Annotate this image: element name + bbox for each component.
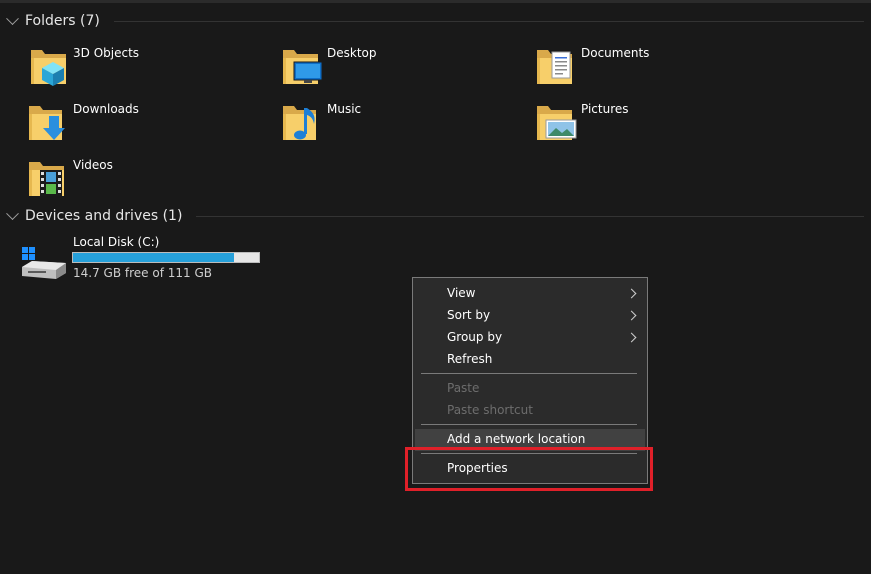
devices-group-header[interactable]: Devices and drives (1) — [6, 206, 864, 226]
drive-usage-bar — [72, 252, 260, 263]
group-divider — [113, 20, 864, 22]
menu-item-refresh[interactable]: Refresh — [415, 349, 645, 371]
folder-name: Downloads — [73, 102, 139, 116]
folder-downloads[interactable]: Downloads — [28, 102, 258, 150]
menu-item-label: Group by — [447, 330, 503, 344]
menu-item-sort-by[interactable]: Sort by — [415, 305, 645, 327]
properties-highlight-box — [405, 447, 653, 491]
drive-usage-fill — [73, 253, 235, 262]
folder-3d-objects[interactable]: 3D Objects — [28, 46, 258, 94]
videos-folder-icon — [29, 162, 64, 196]
menu-item-paste: Paste — [415, 378, 645, 400]
folders-group-title: Folders (7) — [25, 13, 100, 29]
devices-group-title: Devices and drives (1) — [25, 208, 183, 224]
chevron-down-icon[interactable] — [6, 11, 19, 25]
drive-name: Local Disk (C:) — [73, 235, 160, 249]
desktop-folder-icon — [283, 50, 323, 84]
chevron-down-icon[interactable] — [6, 206, 19, 220]
menu-item-label: Paste — [447, 381, 480, 395]
pictures-folder-icon — [537, 106, 577, 140]
downloads-folder-icon — [29, 106, 65, 140]
hard-drive-icon — [22, 247, 66, 279]
folder-name: Pictures — [581, 102, 629, 116]
chevron-right-icon — [626, 310, 637, 321]
music-folder-icon — [283, 106, 316, 140]
folder-music[interactable]: Music — [282, 102, 512, 150]
folder-desktop[interactable]: Desktop — [282, 46, 512, 94]
menu-item-paste-shortcut: Paste shortcut — [415, 400, 645, 422]
menu-item-label: Sort by — [447, 308, 491, 322]
chevron-right-icon — [626, 288, 637, 299]
folder-documents[interactable]: Documents — [536, 46, 766, 94]
menu-separator — [421, 373, 637, 374]
documents-folder-icon — [537, 50, 572, 84]
folder-name: Music — [327, 102, 362, 116]
folder-name: Desktop — [327, 46, 377, 60]
folders-group-header[interactable]: Folders (7) — [6, 11, 864, 31]
menu-item-label: Add a network location — [447, 432, 586, 446]
top-border — [0, 0, 871, 3]
chevron-right-icon — [626, 332, 637, 343]
menu-item-label: View — [447, 286, 476, 300]
drive-free-space: 14.7 GB free of 111 GB — [73, 266, 212, 280]
3d-objects-folder-icon — [31, 50, 66, 86]
menu-item-label: Refresh — [447, 352, 493, 366]
drive-local-disk-c[interactable]: Local Disk (C:) 14.7 GB free of 111 GB — [20, 233, 280, 283]
folder-pictures[interactable]: Pictures — [536, 102, 766, 150]
folder-name: Documents — [581, 46, 650, 60]
menu-item-label: Paste shortcut — [447, 403, 533, 417]
folder-name: Videos — [73, 158, 113, 172]
menu-separator — [421, 424, 637, 425]
group-divider — [196, 215, 864, 217]
folder-name: 3D Objects — [73, 46, 140, 60]
menu-item-view[interactable]: View — [415, 283, 645, 305]
menu-item-group-by[interactable]: Group by — [415, 327, 645, 349]
folder-videos[interactable]: Videos — [28, 158, 258, 206]
